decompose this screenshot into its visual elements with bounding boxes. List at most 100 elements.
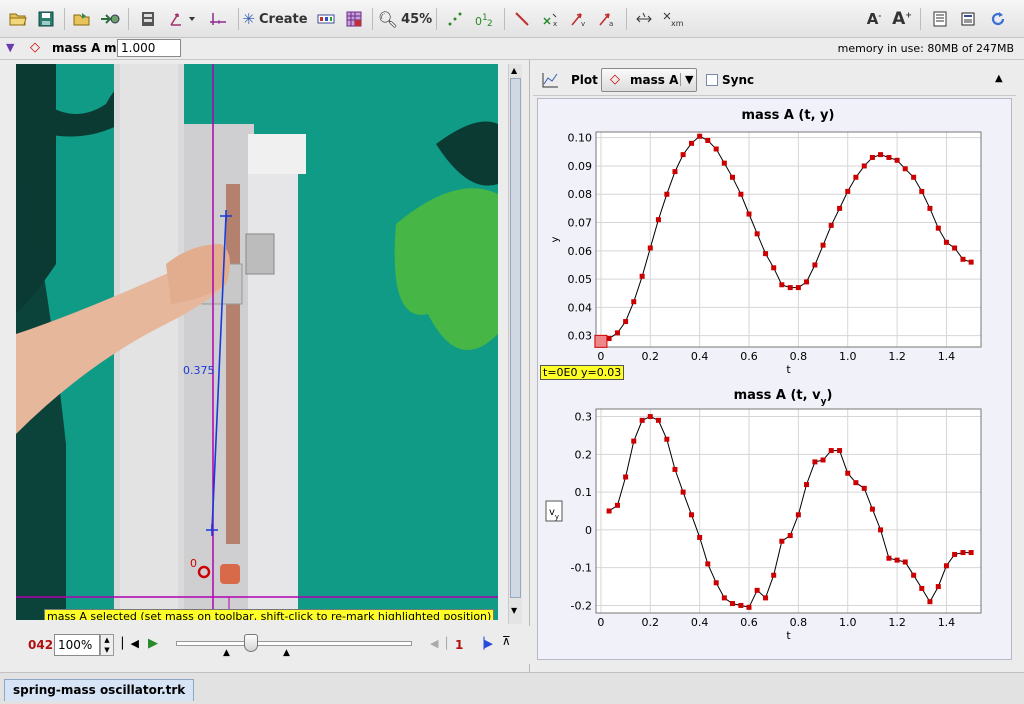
- step-forward-icon[interactable]: ▕▶: [476, 637, 493, 650]
- x-axis-label: t: [786, 363, 791, 376]
- x-tick-label: 1.4: [938, 350, 956, 363]
- data-point: [639, 273, 645, 279]
- data-point: [812, 459, 818, 465]
- data-point: [869, 506, 875, 512]
- scroll-down-icon[interactable]: ▼: [511, 606, 517, 615]
- data-point: [655, 417, 661, 423]
- track-control-icon[interactable]: [314, 7, 338, 31]
- export-icon[interactable]: [98, 7, 122, 31]
- save-icon[interactable]: [34, 7, 58, 31]
- playback-slider[interactable]: [176, 634, 412, 652]
- data-point: [623, 319, 629, 325]
- data-point: [655, 217, 661, 223]
- data-point: [960, 256, 966, 262]
- data-point: [664, 436, 670, 442]
- font-smaller-icon[interactable]: A-: [862, 7, 886, 31]
- scroll-up-icon[interactable]: ▲: [511, 66, 517, 75]
- labels-icon[interactable]: 012: [472, 7, 496, 31]
- position-icon[interactable]: x: [538, 7, 562, 31]
- y-tick-label: 0.04: [568, 301, 593, 314]
- trail-icon[interactable]: [442, 7, 468, 31]
- status-message: mass A selected (set mass on toolbar, sh…: [44, 609, 495, 620]
- track-bar: ▼ ◇ mass A m memory in use: 80MB of 247M…: [0, 38, 1024, 60]
- create-label: Create: [259, 11, 308, 27]
- create-track-button[interactable]: ✳ Create: [242, 7, 308, 31]
- track-name-label[interactable]: mass A: [52, 41, 100, 55]
- coordinate-axes-icon[interactable]: [166, 7, 200, 31]
- point-mass-diamond-icon: ◇: [30, 40, 40, 55]
- x-tick-label: 0.6: [740, 616, 758, 629]
- y-tick-label: 0.08: [568, 188, 593, 201]
- zoom-field[interactable]: [54, 634, 100, 656]
- plot-panel: Plot ◇ mass A ▼ Sync ▲ mass A (t, y) 0 0.…: [533, 60, 1016, 672]
- acceleration-icon[interactable]: a: [594, 7, 618, 31]
- open-folder-icon[interactable]: [6, 7, 30, 31]
- scroll-thumb[interactable]: [510, 78, 521, 598]
- data-point: [606, 508, 612, 514]
- tape-length-readout[interactable]: 0.375: [183, 364, 215, 377]
- data-point: [828, 448, 834, 454]
- sync-checkbox[interactable]: [706, 74, 718, 86]
- mass-center-icon[interactable]: xm: [660, 7, 686, 31]
- step-size[interactable]: 1: [455, 638, 463, 652]
- data-point: [919, 585, 925, 591]
- step-back-icon[interactable]: ◀▕: [430, 637, 447, 650]
- refresh-icon[interactable]: [986, 7, 1010, 31]
- collapse-up-icon[interactable]: ▲: [995, 73, 1003, 84]
- plot-axes-icon[interactable]: [541, 72, 559, 88]
- x-tick-label: 0.8: [790, 616, 808, 629]
- video-scrollbar[interactable]: ▲ ▼: [508, 64, 522, 624]
- y-axis-label: y: [550, 236, 561, 242]
- mass-field[interactable]: [117, 39, 181, 57]
- start-frame-marker-icon[interactable]: ▲: [223, 648, 230, 658]
- data-point: [894, 157, 900, 163]
- playback-slider-thumb[interactable]: [243, 634, 258, 652]
- data-point: [672, 169, 678, 175]
- data-point: [779, 282, 785, 288]
- offset-icon[interactable]: [632, 7, 656, 31]
- data-point: [812, 262, 818, 268]
- calibration-tools-icon[interactable]: [206, 7, 230, 31]
- data-point: [894, 557, 900, 563]
- track-menu-triangle-icon[interactable]: ▼: [6, 41, 14, 54]
- data-point: [697, 133, 703, 139]
- zoom-button[interactable]: 🔍︎ 45%: [378, 7, 432, 31]
- description-icon[interactable]: [956, 7, 980, 31]
- loop-settings-icon[interactable]: ⊼: [502, 634, 511, 648]
- memory-status: memory in use: 80MB of 247MB: [837, 42, 1014, 55]
- track-select-dropdown[interactable]: ◇ mass A ▼: [601, 68, 697, 92]
- go-to-start-icon[interactable]: ▏◀: [122, 637, 139, 650]
- import-icon[interactable]: [70, 7, 94, 31]
- data-point: [623, 474, 629, 480]
- svg-text:v: v: [581, 20, 585, 27]
- data-point: [771, 572, 777, 578]
- chevron-down-icon[interactable]: ▼: [680, 73, 693, 86]
- x-tick-label: 1.0: [839, 616, 857, 629]
- y-axis-label-box[interactable]: vy: [545, 500, 563, 522]
- data-point: [878, 152, 884, 158]
- data-table-icon[interactable]: [342, 7, 366, 31]
- data-point: [713, 146, 719, 152]
- data-point: [902, 559, 908, 565]
- end-frame-marker-icon[interactable]: ▲: [283, 648, 290, 658]
- data-point: [935, 584, 941, 590]
- position-chart[interactable]: mass A (t, y) 0 0.2 0.4 0.6 0.8 1.0 1.2 1.4 0.0…: [538, 99, 1011, 379]
- font-larger-icon[interactable]: A+: [890, 7, 914, 31]
- velocity-chart[interactable]: mass A (t, vy) 0 0.2 0.4 0.6 0.8 1.0 1.2 1.4 -0…: [538, 381, 1011, 659]
- data-point: [960, 550, 966, 556]
- data-point: [713, 580, 719, 586]
- data-point: [804, 482, 810, 488]
- tab-spring-mass[interactable]: spring-mass oscillator.trk: [4, 679, 195, 701]
- clip-settings-icon[interactable]: [136, 7, 160, 31]
- zoom-spinner[interactable]: ▲ ▼: [100, 634, 114, 656]
- data-point: [689, 512, 695, 518]
- data-point: [705, 561, 711, 567]
- video-frame[interactable]: 0.375 0 mass A selected (set mass on too…: [16, 64, 498, 620]
- play-icon[interactable]: ▶: [148, 636, 158, 651]
- path-icon[interactable]: [510, 7, 534, 31]
- chart-title: mass A (t, y): [742, 108, 835, 123]
- notes-icon[interactable]: [928, 7, 952, 31]
- velocity-icon[interactable]: v: [566, 7, 590, 31]
- frame-number[interactable]: 042: [28, 638, 53, 652]
- data-point: [614, 330, 620, 336]
